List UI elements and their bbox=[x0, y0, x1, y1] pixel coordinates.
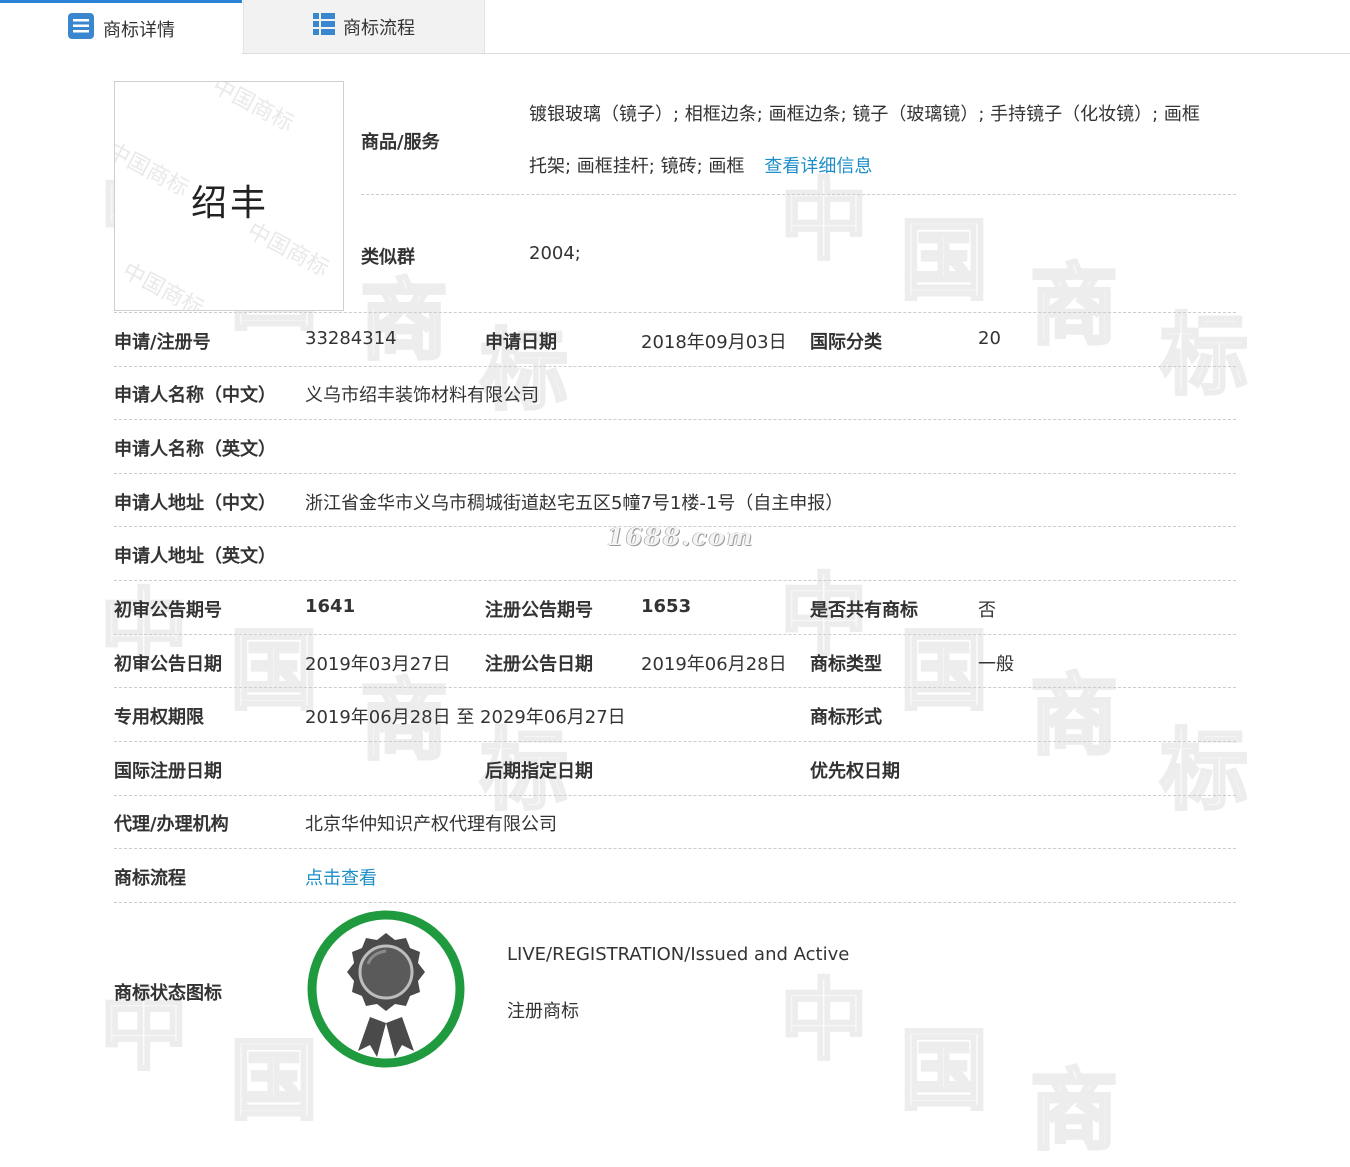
similar-group-value: 2004; bbox=[529, 243, 581, 264]
similar-group-label: 类似群 bbox=[361, 247, 415, 268]
reg-issue-label: 注册公告期号 bbox=[485, 600, 593, 621]
apply-date-value: 2018年09月03日 bbox=[641, 332, 787, 353]
row-divider bbox=[114, 526, 1236, 527]
prelim-date-label: 初审公告日期 bbox=[114, 654, 222, 675]
agent-label: 代理/办理机构 bbox=[114, 814, 229, 835]
tm-form-label: 商标形式 bbox=[810, 707, 882, 728]
prelim-issue-label: 初审公告期号 bbox=[114, 600, 222, 621]
status-english: LIVE/REGISTRATION/Issued and Active bbox=[507, 944, 850, 965]
reg-date-value: 2019年06月28日 bbox=[641, 654, 787, 675]
tab-trademark-process[interactable]: 商标流程 bbox=[243, 0, 485, 53]
exclusive-period-value: 2019年06月28日 至 2029年06月27日 bbox=[305, 707, 626, 728]
goods-services-label: 商品/服务 bbox=[361, 132, 440, 153]
row-divider bbox=[114, 741, 1236, 742]
applicant-en-label: 申请人名称（英文） bbox=[114, 439, 276, 460]
row-divider bbox=[114, 795, 1236, 796]
view-process-link[interactable]: 点击查看 bbox=[305, 864, 377, 890]
row-divider bbox=[361, 194, 1236, 195]
row-divider bbox=[114, 902, 1236, 903]
applicant-cn-label: 申请人名称（中文） bbox=[114, 385, 276, 406]
row-divider bbox=[114, 312, 1236, 313]
address-cn-label: 申请人地址（中文） bbox=[114, 493, 276, 514]
tab-label: 商标流程 bbox=[343, 17, 415, 39]
intl-class-label: 国际分类 bbox=[810, 332, 882, 353]
view-details-link[interactable]: 查看详细信息 bbox=[764, 156, 872, 177]
reg-issue-value: 1653 bbox=[641, 596, 692, 617]
table-grid-icon bbox=[313, 13, 343, 40]
tab-label: 商标详情 bbox=[103, 19, 175, 41]
tm-type-value: 一般 bbox=[978, 654, 1014, 675]
list-detail-icon bbox=[67, 12, 103, 45]
applicant-cn-value: 义乌市绍丰装饰材料有限公司 bbox=[305, 385, 539, 406]
tab-bar: 商标详情 商标流程 bbox=[0, 0, 1350, 54]
reg-date-label: 注册公告日期 bbox=[485, 654, 593, 675]
trademark-logo-text: 绍丰 bbox=[190, 183, 269, 224]
intl-reg-date-label: 国际注册日期 bbox=[114, 761, 222, 782]
exclusive-period-label: 专用权期限 bbox=[114, 707, 204, 728]
prelim-date-value: 2019年03月27日 bbox=[305, 654, 451, 675]
reg-no-label: 申请/注册号 bbox=[114, 332, 211, 353]
priority-date-label: 优先权日期 bbox=[810, 761, 900, 782]
logo-watermark: 中国商标 bbox=[208, 81, 298, 137]
status-icon-label: 商标状态图标 bbox=[114, 983, 222, 1004]
reg-no-value: 33284314 bbox=[305, 328, 397, 349]
trademark-logo-image: 中国商标 中国商标 中国商标 中国商标 绍丰 bbox=[114, 81, 344, 311]
tab-trademark-detail[interactable]: 商标详情 bbox=[0, 0, 242, 54]
logo-watermark: 中国商标 bbox=[118, 258, 208, 311]
tm-type-label: 商标类型 bbox=[810, 654, 882, 675]
prelim-issue-value: 1641 bbox=[305, 596, 356, 617]
address-en-label: 申请人地址（英文） bbox=[114, 546, 276, 567]
row-divider bbox=[114, 419, 1236, 420]
address-cn-value: 浙江省金华市义乌市稠城街道赵宅五区5幢7号1楼-1号（自主申报） bbox=[305, 493, 844, 514]
row-divider bbox=[114, 580, 1236, 581]
row-divider bbox=[114, 366, 1236, 367]
row-divider bbox=[114, 473, 1236, 474]
process-label: 商标流程 bbox=[114, 868, 186, 889]
agent-value: 北京华仲知识产权代理有限公司 bbox=[305, 814, 557, 835]
row-divider bbox=[114, 687, 1236, 688]
status-chinese: 注册商标 bbox=[507, 1001, 579, 1022]
goods-services-line-2: 托架; 画框挂杆; 镜砖; 画框 查看详细信息 bbox=[529, 156, 873, 177]
apply-date-label: 申请日期 bbox=[485, 332, 557, 353]
registered-medal-icon bbox=[306, 909, 466, 1069]
shared-trademark-value: 否 bbox=[978, 600, 996, 621]
trademark-detail-panel: 中国商标 中国商标 中国商标 中国商标 绍丰 商品/服务 镀银玻璃（镜子）; 相… bbox=[0, 0, 1350, 1074]
row-divider bbox=[114, 634, 1236, 635]
later-designation-date-label: 后期指定日期 bbox=[485, 761, 593, 782]
intl-class-value: 20 bbox=[978, 328, 1001, 349]
shared-trademark-label: 是否共有商标 bbox=[810, 600, 918, 621]
row-divider bbox=[114, 848, 1236, 849]
goods-services-line: 镀银玻璃（镜子）; 相框边条; 画框边条; 镜子（玻璃镜）; 手持镜子（化妆镜）… bbox=[529, 104, 1200, 125]
